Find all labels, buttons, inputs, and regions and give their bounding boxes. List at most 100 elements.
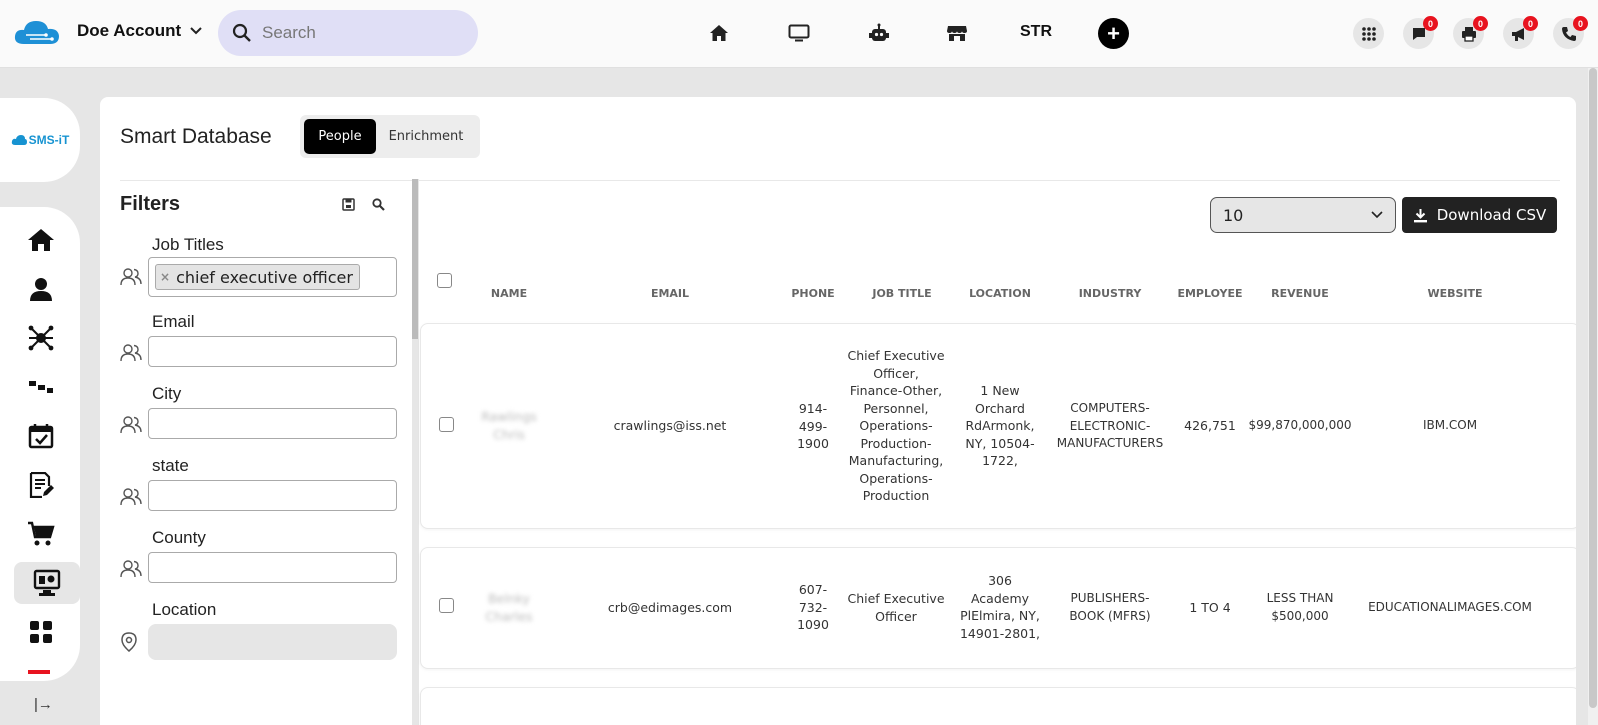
search-input[interactable]: [262, 23, 462, 43]
column-header-name[interactable]: NAME: [474, 287, 544, 300]
phone-badge: 0: [1573, 16, 1588, 31]
row-revenue: $99,870,000,000: [1248, 418, 1352, 432]
calendar-icon: [28, 424, 54, 449]
store-nav-icon[interactable]: [944, 20, 970, 46]
column-header-location[interactable]: LOCATION: [960, 287, 1040, 300]
row-location: 1 New Orchard RdArmonk, NY, 10504-1722,: [965, 383, 1035, 468]
filter-label-state: state: [152, 456, 189, 475]
sidebar-item-workflow[interactable]: [16, 366, 66, 408]
download-csv-button[interactable]: Download CSV: [1402, 197, 1557, 233]
chevron-down-icon: [190, 27, 202, 35]
announcements-badge: 0: [1523, 16, 1538, 31]
home-nav-icon[interactable]: [706, 20, 732, 46]
apps-grid-icon: [30, 621, 52, 643]
sidebar-item-smart-database[interactable]: [14, 562, 80, 604]
state-field[interactable]: [148, 480, 397, 511]
sidebar-item-contacts[interactable]: [16, 268, 66, 310]
sidebar-collapse-button[interactable]: |→: [34, 696, 53, 713]
home-icon: [28, 229, 54, 251]
row-industry: COMPUTERS-ELECTRONIC-MANUFACTURERS: [1056, 401, 1164, 450]
row-job-title: Chief Executive Officer, Finance-Other, …: [847, 348, 945, 503]
page-size-select[interactable]: 10: [1210, 197, 1396, 233]
network-icon: [28, 325, 54, 351]
filter-label-county: County: [152, 528, 206, 547]
sidebar-item-home[interactable]: [16, 219, 66, 261]
location-pin-icon: [121, 632, 137, 652]
filters-divider: [418, 179, 419, 725]
job-titles-field[interactable]: × chief executive officer: [148, 257, 397, 297]
row-email[interactable]: crb@edimages.com: [590, 599, 750, 617]
workflow-icon: [29, 381, 53, 393]
print-badge: 0: [1473, 16, 1488, 31]
search-box[interactable]: [218, 10, 478, 56]
sidebar-nav: [0, 207, 80, 681]
account-name: Doe Account: [77, 21, 182, 40]
add-new-button[interactable]: +: [1098, 18, 1129, 49]
page-scrollbar-thumb[interactable]: [1589, 68, 1597, 708]
column-header-website[interactable]: WEBSITE: [1390, 287, 1520, 300]
column-header-industry[interactable]: INDUSTRY: [1055, 287, 1165, 300]
row-employee: 1 TO 4: [1189, 600, 1231, 615]
row-phone: 607-732-1090: [797, 582, 829, 632]
filter-label-location: Location: [152, 600, 217, 619]
tab-enrichment[interactable]: Enrichment: [376, 119, 476, 154]
print-notifications-button[interactable]: 0: [1453, 16, 1488, 49]
city-field[interactable]: [148, 408, 397, 439]
row-name[interactable]: Rawlings Chris: [474, 408, 544, 443]
robot-nav-icon[interactable]: [866, 20, 892, 46]
people-icon: [120, 416, 142, 434]
people-icon: [120, 488, 142, 506]
email-field[interactable]: [148, 336, 397, 367]
column-header-revenue[interactable]: REVENUE: [1250, 287, 1350, 300]
row-website[interactable]: IBM.COM: [1380, 417, 1520, 435]
table-row[interactable]: [420, 687, 1576, 725]
column-header-email[interactable]: EMAIL: [600, 287, 740, 300]
search-icon: [232, 23, 251, 42]
sidebar-logo[interactable]: SMS-iT: [0, 98, 80, 182]
row-checkbox[interactable]: [439, 598, 454, 613]
sidebar-item-store[interactable]: [16, 513, 66, 555]
row-checkbox[interactable]: [439, 417, 454, 432]
sidebar-item-partial-red: [28, 670, 50, 674]
announcements-button[interactable]: 0: [1503, 16, 1538, 49]
download-icon: [1413, 208, 1427, 222]
sidebar-logo-text: SMS-iT: [28, 133, 70, 147]
row-email[interactable]: crawlings@iss.net: [590, 417, 750, 435]
chat-notifications-button[interactable]: 0: [1403, 16, 1438, 49]
column-header-employee[interactable]: EMPLOYEE: [1170, 287, 1250, 300]
phone-button[interactable]: 0: [1553, 16, 1588, 49]
header-divider: [120, 180, 1560, 181]
remove-tag-icon[interactable]: ×: [160, 270, 170, 284]
row-website[interactable]: EDUCATIONALIMAGES.COM: [1362, 599, 1538, 617]
select-all-checkbox[interactable]: [437, 273, 452, 288]
dots-grid-icon: [1361, 26, 1376, 41]
filter-label-email: Email: [152, 312, 195, 331]
sidebar-item-documents[interactable]: [16, 464, 66, 506]
filters-title: Filters: [120, 193, 181, 215]
page-size-value: 10: [1223, 205, 1244, 225]
column-header-phone[interactable]: PHONE: [786, 287, 840, 300]
plus-icon: +: [1107, 20, 1120, 46]
sidebar-item-network[interactable]: [16, 317, 66, 359]
monitor-nav-icon[interactable]: [786, 20, 812, 46]
page-title: Smart Database: [120, 125, 272, 148]
row-name[interactable]: Belnky Charles: [474, 590, 544, 625]
account-switcher[interactable]: Doe Account: [77, 21, 203, 41]
column-header-job-title[interactable]: JOB TITLE: [852, 287, 952, 300]
save-filter-button[interactable]: [340, 196, 356, 212]
download-csv-label: Download CSV: [1436, 206, 1547, 224]
sidebar-item-calendar[interactable]: [16, 415, 66, 457]
location-field[interactable]: [148, 624, 397, 660]
smart-database-icon: [33, 569, 61, 596]
company-logo-icon[interactable]: [12, 18, 62, 48]
user-icon: [30, 278, 52, 301]
top-navigation-bar: Doe Account STR + 0 0 0 0: [0, 0, 1598, 68]
search-filter-button[interactable]: [370, 196, 386, 212]
apps-grid-button[interactable]: [1353, 18, 1384, 49]
row-revenue: LESS THAN $500,000: [1266, 591, 1334, 623]
sidebar-item-apps[interactable]: [16, 611, 66, 653]
county-field[interactable]: [148, 552, 397, 583]
tab-people[interactable]: People: [304, 119, 376, 154]
row-industry: PUBLISHERS-BOOK (MFRS): [1069, 591, 1151, 623]
str-nav-link[interactable]: STR: [1020, 23, 1052, 41]
